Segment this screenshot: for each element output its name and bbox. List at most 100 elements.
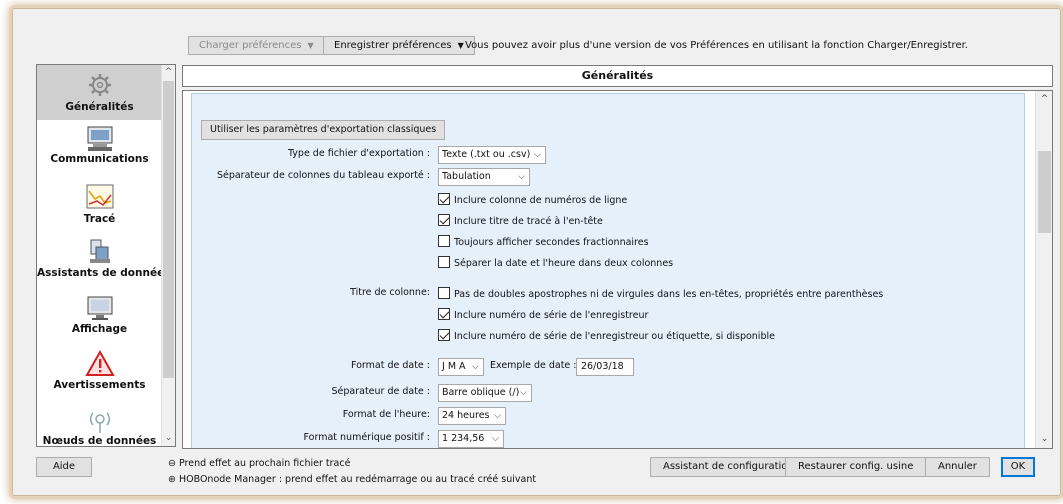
date-format-select[interactable]: J M A ⌵ — [438, 358, 484, 376]
file-type-label: Type de fichier d'exportation : — [287, 148, 430, 159]
setup-assistant-button[interactable]: Assistant de configuration — [650, 457, 807, 477]
no-quotes-checkbox[interactable]: Pas de doubles apostrophes ni de virgule… — [438, 287, 883, 301]
plot-title-header-checkbox[interactable]: Inclure titre de tracé à l'en-tête — [438, 214, 603, 228]
sidebar-item-data-nodes[interactable]: Nœuds de données — [37, 405, 162, 447]
gear-icon — [85, 71, 115, 101]
column-title-label: Titre de colonne: — [350, 287, 430, 298]
monitor-icon — [85, 293, 115, 323]
sidebar-item-label: Communications — [50, 153, 149, 165]
scrollbar-thumb[interactable] — [163, 81, 174, 378]
computer-icon — [85, 123, 115, 153]
checkbox-box[interactable] — [438, 329, 450, 341]
separate-date-time-checkbox[interactable]: Séparer la date et l'heure dans deux col… — [438, 256, 673, 270]
sidebar-item-label: Généralités — [65, 101, 134, 113]
sidebar-item-communications[interactable]: Communications — [37, 123, 162, 178]
logger-serial-or-label-checkbox[interactable]: Inclure numéro de série de l'enregistreu… — [438, 329, 775, 343]
data-assistant-icon — [85, 237, 115, 267]
file-type-value: Texte (.txt ou .csv) — [442, 149, 531, 160]
chevron-down-icon: ⌵ — [518, 172, 525, 182]
load-preferences-label: Charger préférences — [199, 40, 302, 51]
date-separator-select[interactable]: Barre oblique (/) ⌵ — [438, 384, 532, 402]
legend-text: Prend effet au prochain fichier tracé — [178, 458, 351, 469]
classic-export-settings-button[interactable]: Utiliser les paramètres d'exportation cl… — [201, 120, 446, 140]
page-title: Généralités — [182, 65, 1053, 87]
dropdown-arrow-icon: ▼ — [457, 41, 464, 50]
checkbox-box[interactable] — [438, 193, 450, 205]
dropdown-arrow-icon: ▼ — [307, 41, 314, 50]
checkbox-box[interactable] — [438, 308, 450, 320]
legend-text: HOBOnode Manager : prend effet au redéma… — [178, 474, 537, 485]
checkbox-label: Inclure numéro de série de l'enregistreu… — [454, 331, 775, 342]
cancel-button[interactable]: Annuler — [925, 457, 990, 477]
checkbox-label: Inclure titre de tracé à l'en-tête — [454, 216, 603, 227]
restore-defaults-button[interactable]: Restaurer config. usine — [785, 457, 927, 477]
minus-circle-icon: ⊖ — [168, 458, 179, 469]
date-format-label: Format de date : — [350, 360, 430, 371]
legend-hobonode: ⊛ HOBOnode Manager : prend effet au redé… — [168, 474, 536, 485]
chevron-down-icon: ⌵ — [520, 388, 527, 398]
chevron-down-icon: ⌵ — [492, 434, 499, 444]
number-format-value: 1 234,56 — [442, 433, 485, 444]
checkbox-label: Inclure numéro de série de l'enregistreu… — [454, 310, 649, 321]
date-separator-value: Barre oblique (/) — [442, 387, 520, 398]
save-preferences-button[interactable]: Enregistrer préférences ▼ — [323, 36, 475, 55]
checkbox-label: Pas de doubles apostrophes ni de virgule… — [454, 289, 884, 300]
sidebar-item-label: Affichage — [71, 323, 128, 335]
scroll-down-icon[interactable]: ⌄ — [1036, 431, 1052, 448]
sidebar-item-data-assistants[interactable]: Assistants de données — [37, 235, 171, 290]
preferences-window: Charger préférences ▼ Enregistrer préfére… — [12, 8, 1061, 496]
sidebar-item-general[interactable]: Généralités — [37, 65, 162, 120]
sidebar-item-plot[interactable]: Tracé — [37, 179, 162, 234]
sidebar-item-label: Assistants de données — [37, 267, 171, 279]
time-format-value: 24 heures — [442, 410, 490, 421]
help-button[interactable]: Aide — [36, 457, 92, 477]
number-format-label: Format numérique positif : — [303, 432, 430, 443]
time-format-select[interactable]: 24 heures ⌵ — [438, 407, 506, 425]
scroll-up-icon[interactable]: ^ — [1036, 91, 1052, 108]
sidebar-item-warnings[interactable]: Avertissements — [37, 349, 162, 404]
scrollbar-thumb[interactable] — [1038, 151, 1051, 233]
chevron-down-icon: ⌵ — [494, 411, 501, 421]
column-separator-label: Séparateur de colonnes du tableau export… — [216, 170, 430, 181]
preferences-sidebar: Généralités Communications Tracé Assista… — [36, 64, 176, 447]
legend-next-plot: ⊖ Prend effet au prochain fichier tracé — [168, 458, 350, 469]
column-separator-value: Tabulation — [442, 171, 491, 182]
checkbox-box[interactable] — [438, 214, 450, 226]
settings-content: Utiliser les paramètres d'exportation cl… — [191, 93, 1025, 448]
checkbox-box[interactable] — [438, 287, 450, 299]
sidebar-item-display[interactable]: Affichage — [37, 293, 162, 348]
settings-panel: Utiliser les paramètres d'exportation cl… — [182, 90, 1053, 449]
date-example-label: Exemple de date : — [490, 360, 577, 371]
date-example-field: 26/03/18 — [576, 358, 634, 376]
toolbar: Charger préférences ▼ Enregistrer préfére… — [13, 9, 1060, 55]
column-separator-select[interactable]: Tabulation ⌵ — [438, 168, 530, 186]
checkbox-box[interactable] — [438, 235, 450, 247]
sidebar-item-label: Tracé — [83, 213, 116, 225]
scroll-down-icon[interactable]: ⌄ — [162, 431, 175, 446]
settings-scrollbar[interactable]: ^ ⌄ — [1035, 91, 1052, 448]
checkbox-label: Toujours afficher secondes fractionnaire… — [454, 237, 649, 248]
chevron-down-icon: ⌵ — [534, 150, 541, 160]
checkbox-label: Inclure colonne de numéros de ligne — [454, 195, 628, 206]
sidebar-item-label: Nœuds de données — [42, 435, 157, 447]
sidebar-scrollbar[interactable]: ^ ⌄ — [161, 65, 175, 446]
logger-serial-checkbox[interactable]: Inclure numéro de série de l'enregistreu… — [438, 308, 648, 322]
sidebar-item-label: Avertissements — [53, 379, 146, 391]
number-format-select[interactable]: 1 234,56 ⌵ — [438, 430, 504, 448]
checkbox-label: Séparer la date et l'heure dans deux col… — [454, 258, 674, 269]
row-number-checkbox[interactable]: Inclure colonne de numéros de ligne — [438, 193, 627, 207]
warning-icon — [84, 349, 115, 379]
chart-icon — [85, 183, 115, 213]
checkbox-box[interactable] — [438, 256, 450, 268]
time-format-label: Format de l'heure: — [342, 409, 430, 420]
date-separator-label: Séparateur de date : — [331, 386, 430, 397]
load-preferences-button[interactable]: Charger préférences ▼ — [188, 36, 325, 55]
scroll-up-icon[interactable]: ^ — [162, 65, 175, 80]
target-circle-icon: ⊛ — [168, 474, 179, 485]
fractional-seconds-checkbox[interactable]: Toujours afficher secondes fractionnaire… — [438, 235, 649, 249]
chevron-down-icon: ⌵ — [472, 362, 479, 372]
date-format-value: J M A — [442, 361, 466, 372]
wireless-node-icon — [85, 405, 115, 435]
ok-button[interactable]: OK — [1001, 457, 1035, 477]
file-type-select[interactable]: Texte (.txt ou .csv) ⌵ — [438, 146, 546, 164]
